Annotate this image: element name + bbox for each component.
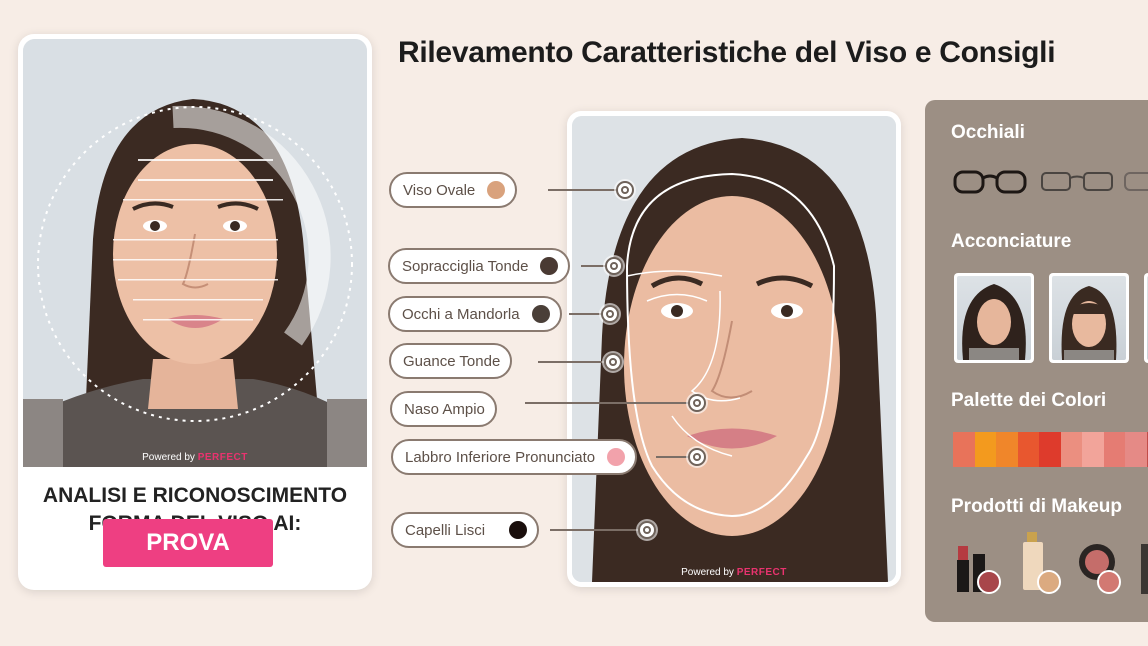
- lip-node-icon[interactable]: [688, 448, 706, 466]
- makeup-heading: Prodotti di Makeup: [951, 496, 1122, 517]
- feature-label-nose: Naso Ampio: [390, 391, 497, 427]
- color-dot: [531, 305, 550, 323]
- connector-line: [581, 265, 607, 267]
- feature-label-text: Viso Ovale: [403, 181, 476, 199]
- connector-line: [569, 313, 603, 315]
- connector-line: [525, 402, 689, 404]
- blush-icon[interactable]: [1077, 540, 1125, 596]
- feature-label-text: Naso Ampio: [404, 400, 485, 418]
- palette-swatch[interactable]: [1103, 432, 1126, 467]
- page-title: Rilevamento Caratteristiche del Viso e C…: [398, 36, 1056, 69]
- palette-swatch[interactable]: [1060, 432, 1083, 467]
- face-node-icon[interactable]: [616, 181, 634, 199]
- eyebrow-node-icon[interactable]: [605, 257, 623, 275]
- palette-swatch[interactable]: [1039, 432, 1061, 467]
- connector-line: [538, 361, 606, 363]
- connector-line: [550, 529, 640, 531]
- palette-swatch[interactable]: [974, 432, 997, 467]
- color-dot: [487, 181, 506, 199]
- analyzed-face-card: Powered by PERFECT: [567, 111, 901, 587]
- hairstyle-thumbnail-bangs[interactable]: [1049, 273, 1129, 363]
- feature-label-lips: Labbro Inferiore Pronunciato: [391, 439, 638, 475]
- connector-line: [656, 456, 690, 458]
- recommendations-panel: Occhiali Acconciature Palette dei Colori…: [925, 100, 1148, 622]
- foundation-icon[interactable]: [1019, 532, 1063, 596]
- color-dot: [540, 257, 559, 275]
- powered-by-badge: Powered by PERFECT: [681, 567, 787, 578]
- feature-label-text: Sopracciglia Tonde: [402, 257, 529, 275]
- nose-node-icon[interactable]: [688, 394, 706, 412]
- feature-label-text: Labbro Inferiore Pronunciato: [405, 448, 596, 466]
- feature-label-cheeks: Guance Tonde: [389, 343, 513, 379]
- face-analysis-card: Powered by PERFECT ANALISI E RICONOSCIME…: [18, 34, 372, 590]
- feature-label-text: Occhi a Mandorla: [402, 305, 520, 323]
- palette-swatch[interactable]: [1082, 432, 1104, 467]
- connector-line: [548, 189, 618, 191]
- hairstyle-thumbnail-curly[interactable]: [954, 273, 1034, 363]
- palette-icon[interactable]: [1141, 544, 1148, 594]
- cheek-node-icon[interactable]: [604, 353, 622, 371]
- palette-swatch[interactable]: [953, 432, 975, 467]
- hairstyle-thumbnail-partial[interactable]: [1144, 273, 1148, 363]
- scanning-face-photo: Powered by PERFECT: [23, 39, 367, 467]
- lipstick-icon[interactable]: [953, 534, 1001, 596]
- palette-swatch[interactable]: [1125, 432, 1147, 467]
- eye-node-icon[interactable]: [601, 305, 619, 323]
- palette-swatch[interactable]: [996, 432, 1018, 467]
- feature-label-hair: Capelli Lisci: [391, 512, 540, 548]
- glasses-rectangle-icon[interactable]: [1040, 166, 1114, 196]
- glasses-heading: Occhiali: [951, 122, 1025, 143]
- powered-by-badge: Powered by PERFECT: [142, 452, 248, 463]
- feature-label-text: Guance Tonde: [403, 352, 501, 370]
- feature-label-eyebrows: Sopracciglia Tonde: [388, 248, 571, 284]
- color-dot: [509, 521, 528, 539]
- feature-label-face-shape: Viso Ovale: [389, 172, 518, 208]
- hair-node-icon[interactable]: [638, 521, 656, 539]
- glasses-partial-icon[interactable]: [1123, 166, 1148, 196]
- face-photo-illustration: [23, 39, 367, 467]
- glasses-round-icon[interactable]: [953, 166, 1027, 196]
- prova-button[interactable]: PROVA: [103, 519, 273, 567]
- color-dot: [607, 448, 626, 466]
- feature-label-eyes: Occhi a Mandorla: [388, 296, 562, 332]
- heading-line-1: ANALISI E RICONOSCIMENTO: [42, 484, 348, 507]
- palette-heading: Palette dei Colori: [951, 390, 1107, 411]
- hairstyles-heading: Acconciature: [951, 231, 1072, 252]
- feature-label-text: Capelli Lisci: [405, 521, 486, 539]
- palette-swatch[interactable]: [1017, 432, 1040, 467]
